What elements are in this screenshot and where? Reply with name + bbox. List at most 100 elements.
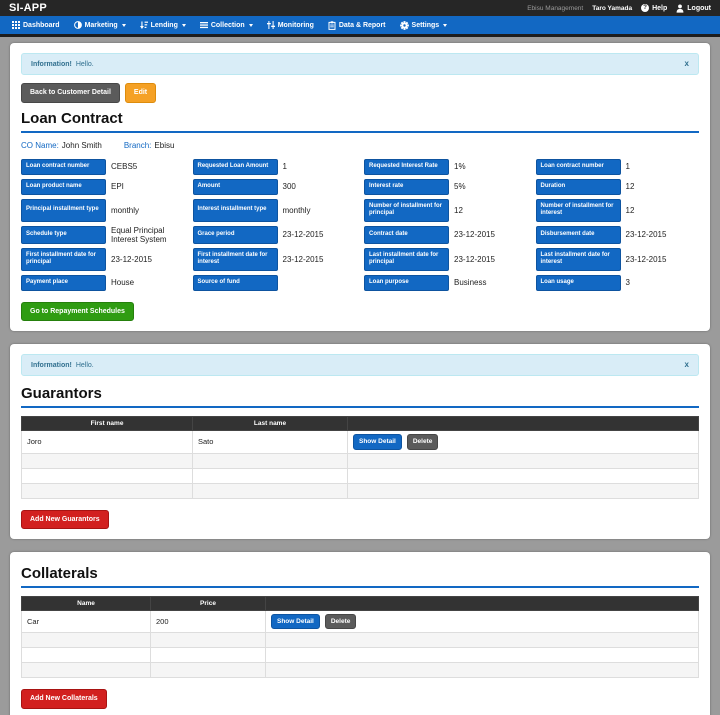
field-value: House xyxy=(111,278,135,288)
go-to-repayment-schedules-button[interactable]: Go to Repayment Schedules xyxy=(21,301,134,322)
section-divider xyxy=(21,130,699,133)
table-row: Car 200 Show Detail Delete xyxy=(21,610,699,634)
guarantor-last-name: Sato xyxy=(192,430,348,454)
show-detail-button[interactable]: Show Detail xyxy=(353,434,402,450)
marketing-icon xyxy=(73,21,82,29)
field-label: Last installment date for interest xyxy=(535,247,621,271)
nav-lending-label: Lending xyxy=(150,21,178,29)
sliders-icon xyxy=(266,21,275,29)
column-actions xyxy=(347,416,699,432)
field-first-installment-date-interest: First installment date for interest 23-12… xyxy=(192,247,357,271)
logout-button[interactable]: Logout xyxy=(676,4,711,13)
action-buttons: Back to Customer Detail Edit xyxy=(21,83,699,103)
nav-data-report[interactable]: Data & Report xyxy=(322,18,392,33)
add-new-collaterals-button[interactable]: Add New Collaterals xyxy=(21,689,107,710)
collaterals-panel: Collaterals Name Price Car 200 Show Deta… xyxy=(10,552,710,715)
field-label: Last installment date for principal xyxy=(364,247,449,271)
field-value: CEBS5 xyxy=(111,162,138,172)
empty-table-row xyxy=(21,467,699,484)
logout-label: Logout xyxy=(687,4,711,12)
nav-settings-label: Settings xyxy=(411,21,440,29)
field-value: 1% xyxy=(454,162,466,172)
nav-collection[interactable]: Collection xyxy=(194,18,259,32)
field-contract-date: Contract date 23-12-2015 xyxy=(364,225,528,244)
field-value: 23-12-2015 xyxy=(282,230,324,240)
field-value: 12 xyxy=(454,205,463,215)
alert-title: Information! xyxy=(31,361,72,369)
nav-marketing[interactable]: Marketing xyxy=(68,18,132,32)
empty-table-row xyxy=(21,482,699,499)
alert-message: Hello. xyxy=(75,60,94,68)
current-user-name: Taro Yamada xyxy=(592,4,633,12)
column-last-name: Last name xyxy=(192,416,348,432)
loan-fields-grid: Loan contract number CEBS5 Requested Loan… xyxy=(21,158,699,291)
help-icon: ? xyxy=(641,4,650,12)
field-label: Schedule type xyxy=(21,225,106,244)
field-value: monthly xyxy=(282,205,311,215)
guarantors-panel: Information! Hello. x Guarantors First n… xyxy=(10,344,710,540)
loan-contract-panel: Information! Hello. x Back to Customer D… xyxy=(10,43,710,332)
field-value: 23-12-2015 xyxy=(625,254,667,264)
field-label: Grace period xyxy=(192,225,278,244)
add-new-guarantors-button[interactable]: Add New Guarantors xyxy=(21,509,109,530)
chevron-down-icon xyxy=(121,23,126,27)
field-value: EPI xyxy=(111,182,124,192)
organization-name: Ebisu Management xyxy=(527,4,584,12)
field-label: Loan purpose xyxy=(364,274,449,291)
collateral-name: Car xyxy=(21,610,151,634)
field-label: Loan contract number xyxy=(21,158,106,175)
field-label: Loan contract number xyxy=(535,158,621,175)
delete-button[interactable]: Delete xyxy=(324,614,357,630)
branch-label: Branch: xyxy=(123,140,152,150)
co-name-value: John Smith xyxy=(61,140,102,150)
chevron-down-icon xyxy=(443,23,448,27)
nav-dashboard[interactable]: Dashboard xyxy=(6,18,66,32)
close-icon[interactable]: x xyxy=(685,361,689,369)
help-button[interactable]: ? Help xyxy=(641,4,667,12)
chevron-down-icon xyxy=(181,23,186,27)
field-value: 12 xyxy=(625,182,635,192)
nav-settings[interactable]: Settings xyxy=(394,18,454,33)
branch-value: Ebisu xyxy=(154,140,175,150)
nav-monitoring[interactable]: Monitoring xyxy=(261,18,320,32)
field-grace-period: Grace period 23-12-2015 xyxy=(192,225,357,244)
field-label: Loan usage xyxy=(535,274,621,291)
column-price: Price xyxy=(150,596,266,612)
field-label: Interest rate xyxy=(364,178,449,195)
app-brand: SI-APP xyxy=(9,2,47,14)
field-first-installment-date-principal: First installment date for principal 23-1… xyxy=(21,247,185,271)
close-icon[interactable]: x xyxy=(685,60,689,68)
back-to-customer-detail-button[interactable]: Back to Customer Detail xyxy=(21,83,120,103)
main-nav: Dashboard Marketing Lending Collection M… xyxy=(0,16,720,37)
alert-title: Information! xyxy=(31,60,72,68)
table-header-row: Name Price xyxy=(21,596,699,612)
field-amount: Amount 300 xyxy=(192,178,357,195)
co-name-label: CO Name: xyxy=(21,140,59,150)
field-label: Source of fund xyxy=(192,274,278,291)
field-label: First installment date for principal xyxy=(21,247,106,271)
field-value: monthly xyxy=(111,205,140,215)
top-bar: SI-APP Ebisu Management Taro Yamada ? He… xyxy=(0,0,720,16)
help-label: Help xyxy=(652,4,668,12)
edit-button[interactable]: Edit xyxy=(124,83,157,103)
grid-icon xyxy=(12,21,20,29)
field-label: Loan product name xyxy=(21,178,106,195)
delete-button[interactable]: Delete xyxy=(406,434,439,450)
field-value: 300 xyxy=(282,182,296,192)
field-label: Duration xyxy=(535,178,621,195)
field-label: Amount xyxy=(192,178,278,195)
empty-table-row xyxy=(21,647,699,664)
field-value: 1 xyxy=(625,162,630,172)
nav-lending[interactable]: Lending xyxy=(134,18,192,32)
sort-icon xyxy=(139,21,148,29)
field-value: 3 xyxy=(625,278,630,288)
field-value: 1 xyxy=(282,162,287,172)
collateral-price: 200 xyxy=(150,610,266,634)
guarantors-table: First name Last name Joro Sato Show Deta… xyxy=(21,416,699,499)
field-label: Principal installment type xyxy=(21,198,106,222)
field-interest-installment-type: Interest installment type monthly xyxy=(192,198,357,222)
page-content: Information! Hello. x Back to Customer D… xyxy=(0,37,720,715)
show-detail-button[interactable]: Show Detail xyxy=(271,614,320,630)
field-value: 5% xyxy=(454,182,466,192)
field-value: 23-12-2015 xyxy=(454,254,495,264)
